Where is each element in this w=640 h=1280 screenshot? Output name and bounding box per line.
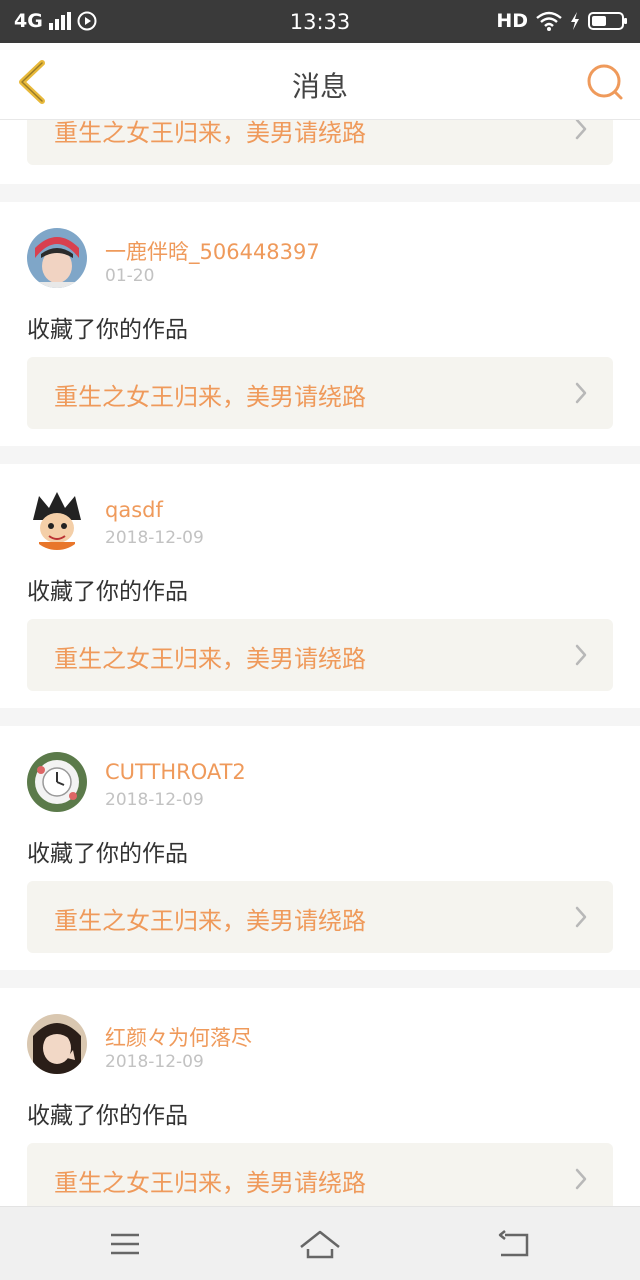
avatar[interactable]: [27, 752, 87, 812]
menu-button[interactable]: [103, 1227, 147, 1263]
menu-icon: [111, 1233, 139, 1255]
action-text: 收藏了你的作品: [27, 317, 188, 343]
work-title: 重生之女王归来，美男请绕路: [54, 1169, 366, 1197]
action-text: 收藏了你的作品: [27, 1103, 188, 1129]
hd-label: HD: [496, 10, 528, 32]
message-card: 一鹿伴晗_506448397 01-20 收藏了你的作品 重生之女王归来，美男请…: [0, 202, 640, 446]
timestamp: 2018-12-09: [105, 1052, 204, 1072]
work-link[interactable]: 重生之女王归来，美男请绕路: [27, 120, 613, 165]
action-text: 收藏了你的作品: [27, 579, 188, 605]
nav-bar: 消息: [0, 43, 640, 120]
back-icon: [498, 1230, 529, 1257]
message-feed[interactable]: 重生之女王归来，美男请绕路 一鹿伴晗_506448397 01-20 收藏了你的…: [0, 120, 640, 1206]
avatar[interactable]: [27, 228, 87, 288]
username[interactable]: CUTTHROAT2: [105, 760, 246, 784]
back-nav-button[interactable]: [493, 1227, 537, 1263]
home-icon: [300, 1230, 340, 1259]
work-link[interactable]: 重生之女王归来，美男请绕路: [27, 881, 613, 953]
home-button[interactable]: [298, 1227, 342, 1263]
work-link[interactable]: 重生之女王归来，美男请绕路: [27, 619, 613, 691]
action-text: 收藏了你的作品: [27, 841, 188, 867]
username[interactable]: 一鹿伴晗_506448397: [105, 236, 320, 266]
avatar[interactable]: [27, 490, 87, 550]
timestamp: 2018-12-09: [105, 790, 204, 810]
charging-icon: [571, 12, 579, 30]
chevron-right-icon: [575, 644, 587, 666]
work-title: 重生之女王归来，美男请绕路: [54, 120, 366, 147]
username[interactable]: qasdf: [105, 498, 163, 522]
status-bar: 4G 13:33 HD: [0, 0, 640, 43]
status-right: HD: [496, 10, 628, 32]
work-title: 重生之女王归来，美男请绕路: [54, 907, 366, 935]
chevron-right-icon: [575, 382, 587, 404]
work-title: 重生之女王归来，美男请绕路: [54, 383, 366, 411]
search-icon: [587, 64, 623, 100]
message-card: CUTTHROAT2 2018-12-09 收藏了你的作品 重生之女王归来，美男…: [0, 726, 640, 970]
page-title: 消息: [291, 70, 348, 103]
message-card: qasdf 2018-12-09 收藏了你的作品 重生之女王归来，美男请绕路: [0, 464, 640, 708]
timestamp: 01-20: [105, 266, 155, 286]
chevron-right-icon: [575, 1168, 587, 1190]
username[interactable]: 红颜々为何落尽: [105, 1022, 252, 1052]
work-link[interactable]: 重生之女王归来，美男请绕路: [27, 1143, 613, 1206]
work-link[interactable]: 重生之女王归来，美男请绕路: [27, 357, 613, 429]
system-nav-bar: [0, 1206, 640, 1280]
message-card: 红颜々为何落尽 2018-12-09 收藏了你的作品 重生之女王归来，美男请绕路: [0, 988, 640, 1206]
battery-icon: [588, 12, 627, 30]
search-button[interactable]: [586, 63, 624, 101]
chevron-right-icon: [575, 906, 587, 928]
work-title: 重生之女王归来，美男请绕路: [54, 645, 366, 673]
avatar[interactable]: [27, 1014, 87, 1074]
message-card-partial: 重生之女王归来，美男请绕路: [0, 120, 640, 184]
timestamp: 2018-12-09: [105, 528, 204, 548]
chevron-right-icon: [575, 120, 587, 140]
wifi-icon: [536, 11, 562, 31]
